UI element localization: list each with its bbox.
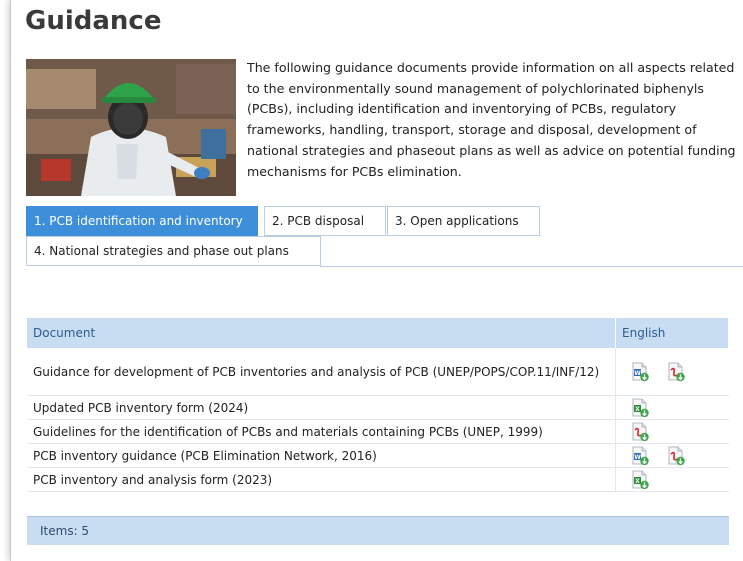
table-footer: Items: 5 <box>27 516 729 545</box>
download-cell: X <box>615 395 729 420</box>
table-row: Guidance for development of PCB inventor… <box>27 348 729 396</box>
svg-text:W: W <box>634 369 641 376</box>
table-header-row: Document English <box>27 318 729 348</box>
document-title: PCB inventory guidance (PCB Elimination … <box>27 443 617 468</box>
pdf-doc-icon[interactable] <box>630 422 650 442</box>
tab-pcb-disposal[interactable]: 2. PCB disposal <box>264 206 386 236</box>
table-body: Guidance for development of PCB inventor… <box>27 348 729 492</box>
items-count: Items: 5 <box>40 524 90 538</box>
column-header-english[interactable]: English <box>615 318 729 348</box>
svg-text:X: X <box>635 405 640 412</box>
excel-doc-icon[interactable]: X <box>630 398 650 418</box>
pdf-doc-icon[interactable] <box>666 362 686 382</box>
tab-open-applications[interactable]: 3. Open applications <box>387 206 540 236</box>
document-title: PCB inventory and analysis form (2023) <box>27 467 617 492</box>
document-title: Updated PCB inventory form (2024) <box>27 395 617 420</box>
download-cell <box>615 419 729 444</box>
document-title: Guidance for development of PCB inventor… <box>27 348 617 396</box>
download-cell: W <box>615 348 729 396</box>
table-row: Updated PCB inventory form (2024) X <box>27 395 729 420</box>
excel-doc-icon[interactable]: X <box>630 470 650 490</box>
tab-divider <box>320 266 743 267</box>
column-header-document[interactable]: Document <box>27 318 617 348</box>
documents-table: Document English Guidance for developmen… <box>27 318 729 492</box>
table-row: Guidelines for the identification of PCB… <box>27 419 729 444</box>
intro-text: The following guidance documents provide… <box>247 60 736 179</box>
tab-pcb-identification[interactable]: 1. PCB identification and inventory <box>26 206 258 236</box>
page-title: Guidance <box>25 6 162 36</box>
download-cell: W <box>615 443 729 468</box>
tab-national-strategies[interactable]: 4. National strategies and phase out pla… <box>26 236 321 266</box>
table-row: PCB inventory and analysis form (2023) X <box>27 467 729 492</box>
svg-text:X: X <box>635 477 640 484</box>
word-doc-icon[interactable]: W <box>630 446 650 466</box>
worker-photo <box>26 59 236 196</box>
svg-text:W: W <box>634 453 641 460</box>
table-row: PCB inventory guidance (PCB Elimination … <box>27 443 729 468</box>
document-title: Guidelines for the identification of PCB… <box>27 419 617 444</box>
guidance-panel: Guidance The following guidance document… <box>10 0 743 561</box>
download-cell: X <box>615 467 729 492</box>
word-doc-icon[interactable]: W <box>630 362 650 382</box>
pdf-doc-icon[interactable] <box>666 446 686 466</box>
